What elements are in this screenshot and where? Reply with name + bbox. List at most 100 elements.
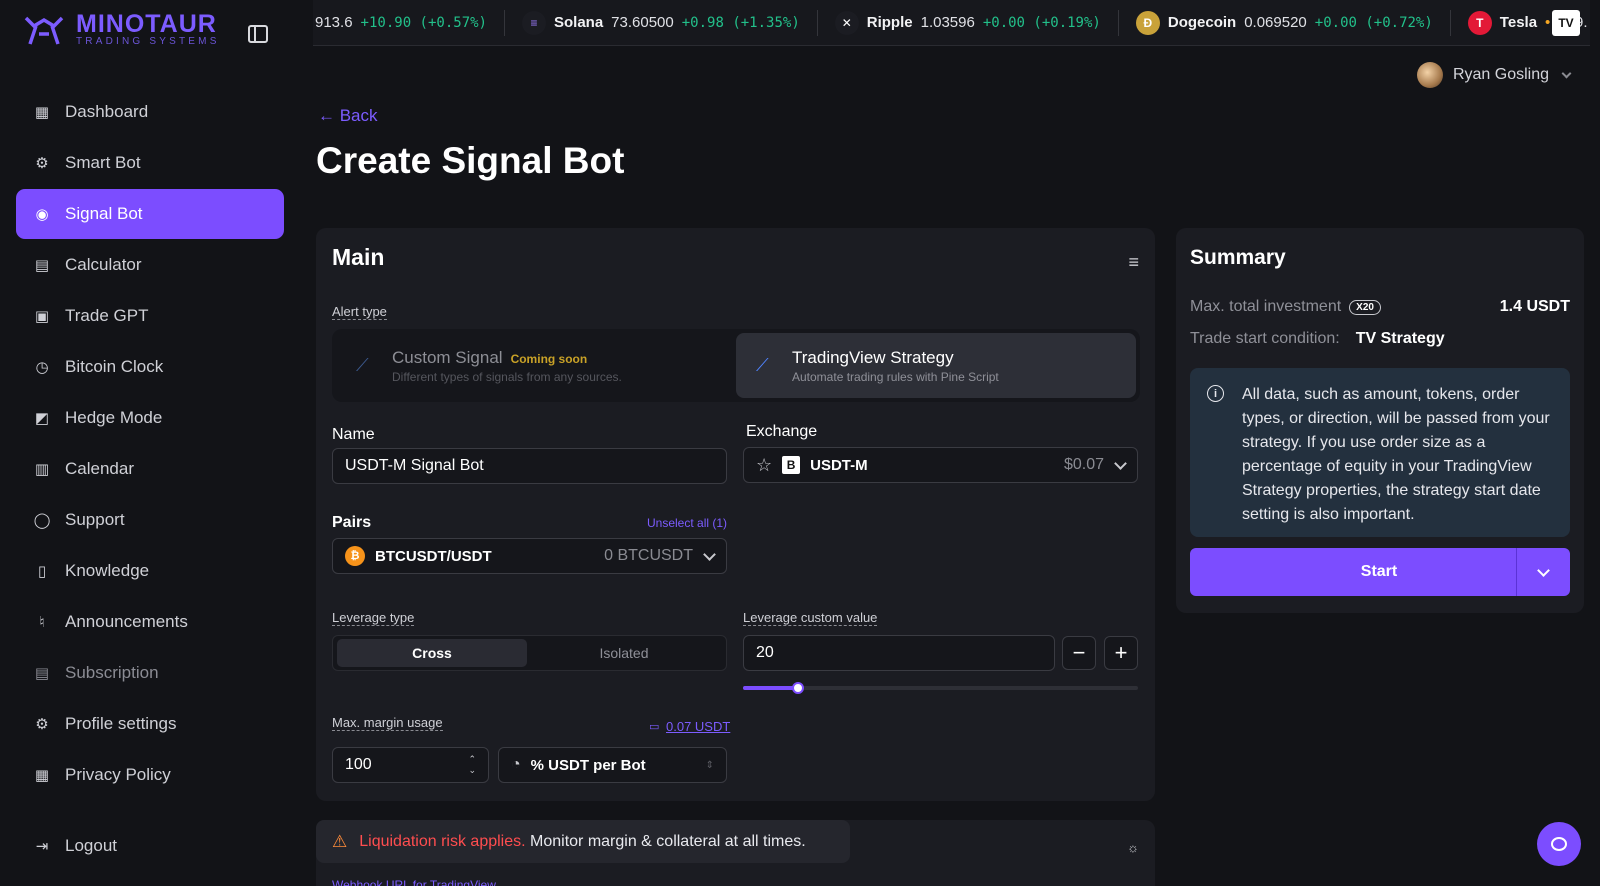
warning-red-text: Liquidation risk applies. [359,832,526,850]
bot-icon: ⚙ [35,155,49,172]
ticker-item[interactable]: 913.6 +10.90 (+0.57%) [313,9,505,36]
number-stepper-icon[interactable]: ⌃ ⌄ [468,754,476,776]
chat-button[interactable] [1537,822,1581,866]
chat-icon: ◯ [33,512,51,529]
sidebar-item-bitcoin-clock[interactable]: ◷ Bitcoin Clock [16,342,284,392]
star-icon[interactable]: ☆ [756,455,772,476]
sidebar-item-announcements[interactable]: ♮ Announcements [16,597,284,647]
dashboard-icon: ▦ [34,104,50,121]
avatar [1416,62,1443,88]
margin-unit-value: % USDT per Bot [530,756,646,774]
pie-chart-icon: ◔ [511,756,521,773]
sidebar-item-label: Signal Bot [65,204,143,223]
ticker-price: 1.03596 [920,14,975,31]
logout-icon: ⇥ [35,838,49,855]
sidebar-item-dashboard[interactable]: ▦ Dashboard [16,87,284,137]
ticker-name: Solana [553,14,604,31]
webhook-url-label[interactable]: Webhook URL for TradingView [332,878,496,886]
unselect-all-link[interactable]: Unselect all (1) [647,516,727,530]
price-ticker: 913.6 +10.90 (+0.57%) ≡ Solana 73.60500 … [313,0,1590,46]
ticker-item[interactable]: ✕ Ripple 1.03596 +0.00 (+0.19%) [818,9,1119,36]
alert-option-title: TradingView Strategy [792,347,954,367]
info-icon: i [1207,385,1224,402]
user-menu[interactable]: Ryan Gosling [1416,62,1572,88]
chevron-down-icon [1114,456,1127,470]
pairs-label: Pairs [332,514,372,531]
ticker-item[interactable]: Ð Dogecoin 0.069520 +0.00 (+0.72%) [1119,9,1451,36]
sidebar-item-signal-bot[interactable]: ◉ Signal Bot [16,189,284,239]
sidebar-item-support[interactable]: ◯ Support [16,495,284,545]
increase-leverage-button[interactable]: + [1104,636,1138,670]
start-button[interactable]: Start [1190,548,1570,596]
sidebar-item-knowledge[interactable]: ▯ Knowledge [16,546,284,596]
exchange-amount: $0.07 [1063,456,1104,473]
sidebar-item-calendar[interactable]: ▥ Calendar [16,444,284,494]
ticker-item[interactable]: ≡ Solana 73.60500 +0.98 (+1.35%) [505,9,818,36]
liquidation-warning: ⚠ Liquidation risk applies. Monitor marg… [316,820,850,863]
menu-icon[interactable]: ≡ [1128,252,1139,273]
pairs-select[interactable]: ₿ BTCUSDT/USDT 0 BTCUSDT [332,538,727,574]
slider-thumb[interactable] [792,682,804,694]
sidebar-collapse-icon[interactable] [248,25,268,43]
sidebar-item-calculator[interactable]: ▤ Calculator [16,240,284,290]
leverage-input[interactable]: 20 [743,635,1055,671]
max-margin-input[interactable]: 100 ⌃ ⌄ [332,747,489,783]
logout-label: Logout [65,836,117,855]
back-link[interactable]: ← Back [318,106,378,126]
margin-unit-select[interactable]: ◔ % USDT per Bot ⇕ [498,747,727,783]
ticker-name: Dogecoin [1167,14,1237,31]
bitcoin-icon: ₿ [345,546,365,566]
sidebar-item-privacy-policy[interactable]: ▦ Privacy Policy [16,750,284,800]
sidebar-item-label: Support [65,510,125,529]
chevron-down-icon [1561,68,1572,78]
sidebar: MINOTAUR TRADING SYSTEMS ▦ Dashboard ⚙ S… [0,0,298,886]
ticker-change: +0.00 (+0.72%) [1314,14,1433,31]
ticker-change: +10.90 (+0.57%) [360,14,487,31]
clock-icon: ◷ [35,359,49,376]
alert-option-custom-signal[interactable]: ⟋ Custom Signal Coming soon Different typ… [336,333,732,398]
brand-logo[interactable]: MINOTAUR TRADING SYSTEMS [22,12,220,48]
signal-icon: ◉ [35,206,49,223]
decrease-leverage-button[interactable]: − [1062,636,1096,670]
bybit-exchange-icon: B [782,456,801,474]
warning-icon: ⚠ [332,831,348,851]
leverage-slider[interactable] [743,682,1138,694]
ticker-name: Tesla [1499,14,1538,31]
sidebar-item-smart-bot[interactable]: ⚙ Smart Bot [16,138,284,188]
ticker-change: +0.00 (+0.19%) [982,14,1101,31]
alert-option-tradingview-strategy[interactable]: ⟋ TradingView Strategy Automate trading … [736,333,1136,398]
robot-icon: ▣ [34,308,50,325]
pair-value: BTCUSDT/USDT [375,547,492,565]
name-input[interactable]: USDT-M Signal Bot [332,448,727,484]
max-investment-value: 1.4 USDT [1499,298,1570,315]
strategy-chart-icon: ⟋ [756,355,769,375]
document-icon: ▦ [34,767,50,784]
sidebar-item-trade-gpt[interactable]: ▣ Trade GPT [16,291,284,341]
chevron-down-icon [1537,563,1550,577]
start-options-dropdown[interactable] [1516,548,1570,596]
ticker-price: 73.60500 [611,14,674,31]
max-investment-label: Max. total investment [1190,298,1342,315]
exchange-select[interactable]: ☆ B USDT-M $0.07 [743,447,1138,483]
sidebar-item-subscription[interactable]: ▤ Subscription [16,648,284,698]
bug-icon[interactable]: ☼ [1127,840,1139,855]
logout-button[interactable]: ⇥ Logout [16,821,284,871]
alert-option-title: Custom Signal [392,347,503,367]
leverage-option-isolated[interactable]: Isolated [529,639,719,667]
gear-icon: ⚙ [35,716,49,733]
subscription-icon: ▤ [34,665,50,682]
ticker-change: +0.98 (+1.35%) [681,14,800,31]
alert-option-subtitle: Automate trading rules with Pine Script [792,369,999,384]
name-label: Name [332,426,375,443]
sidebar-item-label: Privacy Policy [65,765,171,784]
book-icon: ▯ [37,563,47,580]
leverage-option-cross[interactable]: Cross [337,639,527,667]
tradingview-logo-icon[interactable]: TV [1552,10,1580,36]
max-investment-row: Max. total investment X20 [1190,298,1381,316]
sidebar-item-profile-settings[interactable]: ⚙ Profile settings [16,699,284,749]
sidebar-item-hedge-mode[interactable]: ◩ Hedge Mode [16,393,284,443]
card-title: Main [332,244,385,270]
sidebar-item-label: Subscription [65,663,159,682]
max-margin-link[interactable]: 0.07 USDT [666,719,730,734]
sidebar-item-label: Bitcoin Clock [65,357,164,376]
